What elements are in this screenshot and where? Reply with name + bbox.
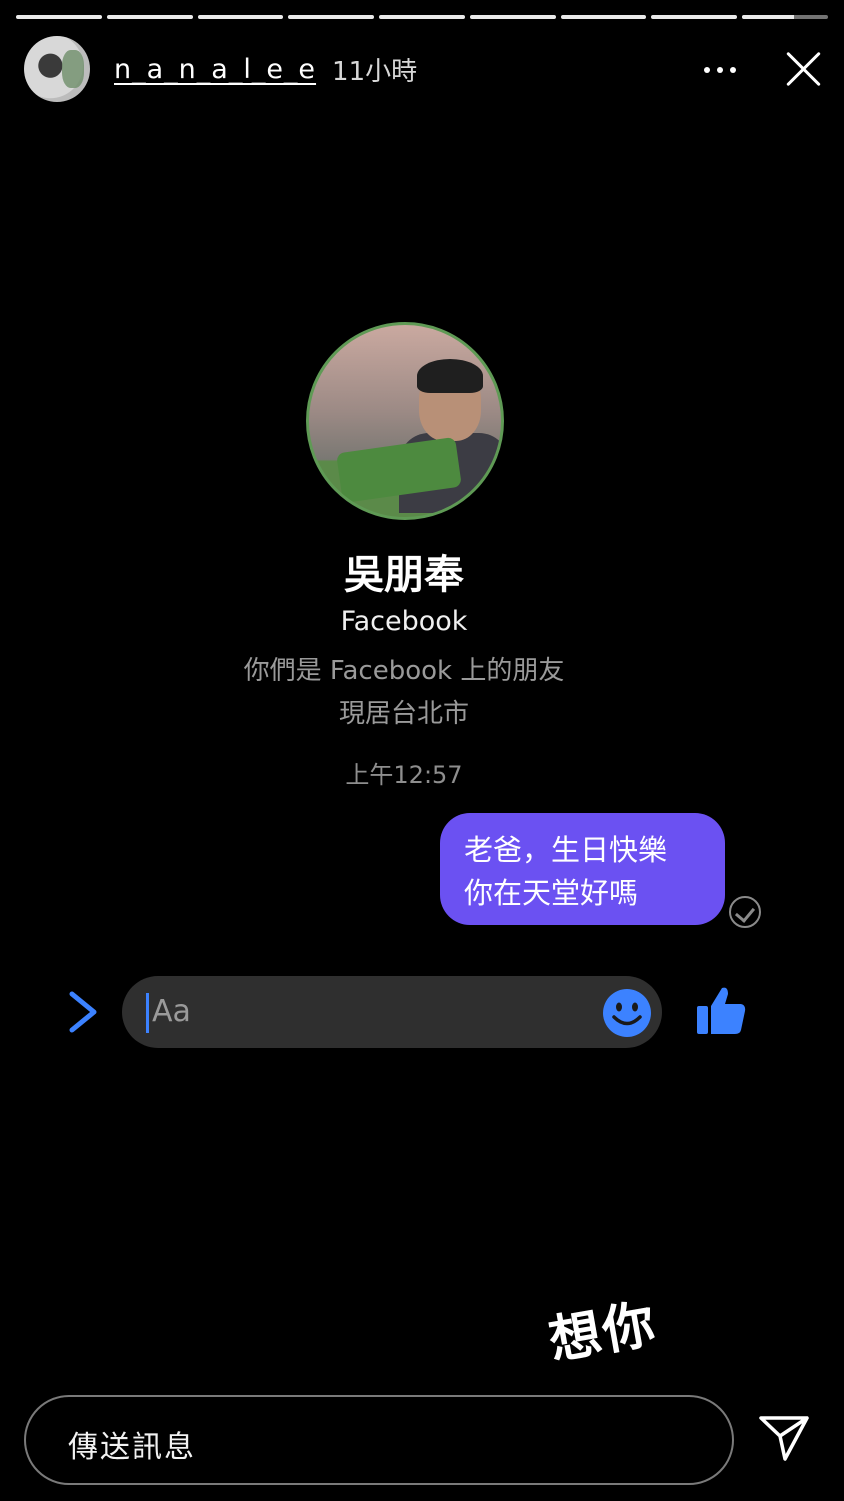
contact-name: 吳朋奉 — [344, 552, 464, 598]
text-caret — [146, 993, 149, 1033]
send-icon[interactable] — [758, 1414, 810, 1462]
contact-profile-picture — [306, 322, 504, 520]
emoji-icon — [603, 989, 651, 1037]
story-progress-segment — [106, 15, 193, 19]
story-progress-segment — [379, 15, 465, 19]
story-progress-segment — [197, 15, 284, 19]
story-progress — [16, 15, 829, 19]
story-progress-segment — [560, 15, 647, 19]
username[interactable]: n_a_n_a_l_e_e — [114, 54, 316, 85]
contact-location: 現居台北市 — [338, 699, 469, 729]
reply-input[interactable]: 傳送訊息 — [24, 1395, 734, 1485]
chevron-right-icon — [69, 991, 97, 1033]
story-header: n_a_n_a_l_e_e 11小時 — [24, 36, 824, 102]
sticker-text: 想你 — [544, 1293, 662, 1372]
message-line-2: 你在天堂好嗎 — [464, 876, 639, 910]
contact-platform: Facebook — [340, 606, 468, 637]
seen-check-icon — [729, 896, 761, 928]
post-time: 11小時 — [332, 56, 418, 87]
message-timestamp: 上午12:57 — [345, 761, 463, 789]
reply-placeholder: 傳送訊息 — [68, 1430, 196, 1465]
compose-placeholder: Aa — [152, 994, 191, 1029]
story-progress-segment — [469, 15, 556, 19]
story-progress-segment — [288, 15, 375, 19]
story-progress-segment — [742, 15, 829, 19]
message-line-1: 老爸，生日快樂 — [464, 833, 668, 867]
thumbs-up-icon — [697, 987, 746, 1034]
message-bubble: 老爸，生日快樂 你在天堂好嗎 — [440, 813, 725, 925]
story-progress-segment — [651, 15, 738, 19]
compose-field: Aa — [122, 976, 662, 1048]
close-icon[interactable] — [782, 48, 824, 90]
story-progress-segment — [16, 15, 102, 19]
friend-note: 你們是 Facebook 上的朋友 — [243, 656, 565, 686]
avatar[interactable] — [24, 36, 90, 102]
more-icon[interactable] — [700, 54, 740, 84]
